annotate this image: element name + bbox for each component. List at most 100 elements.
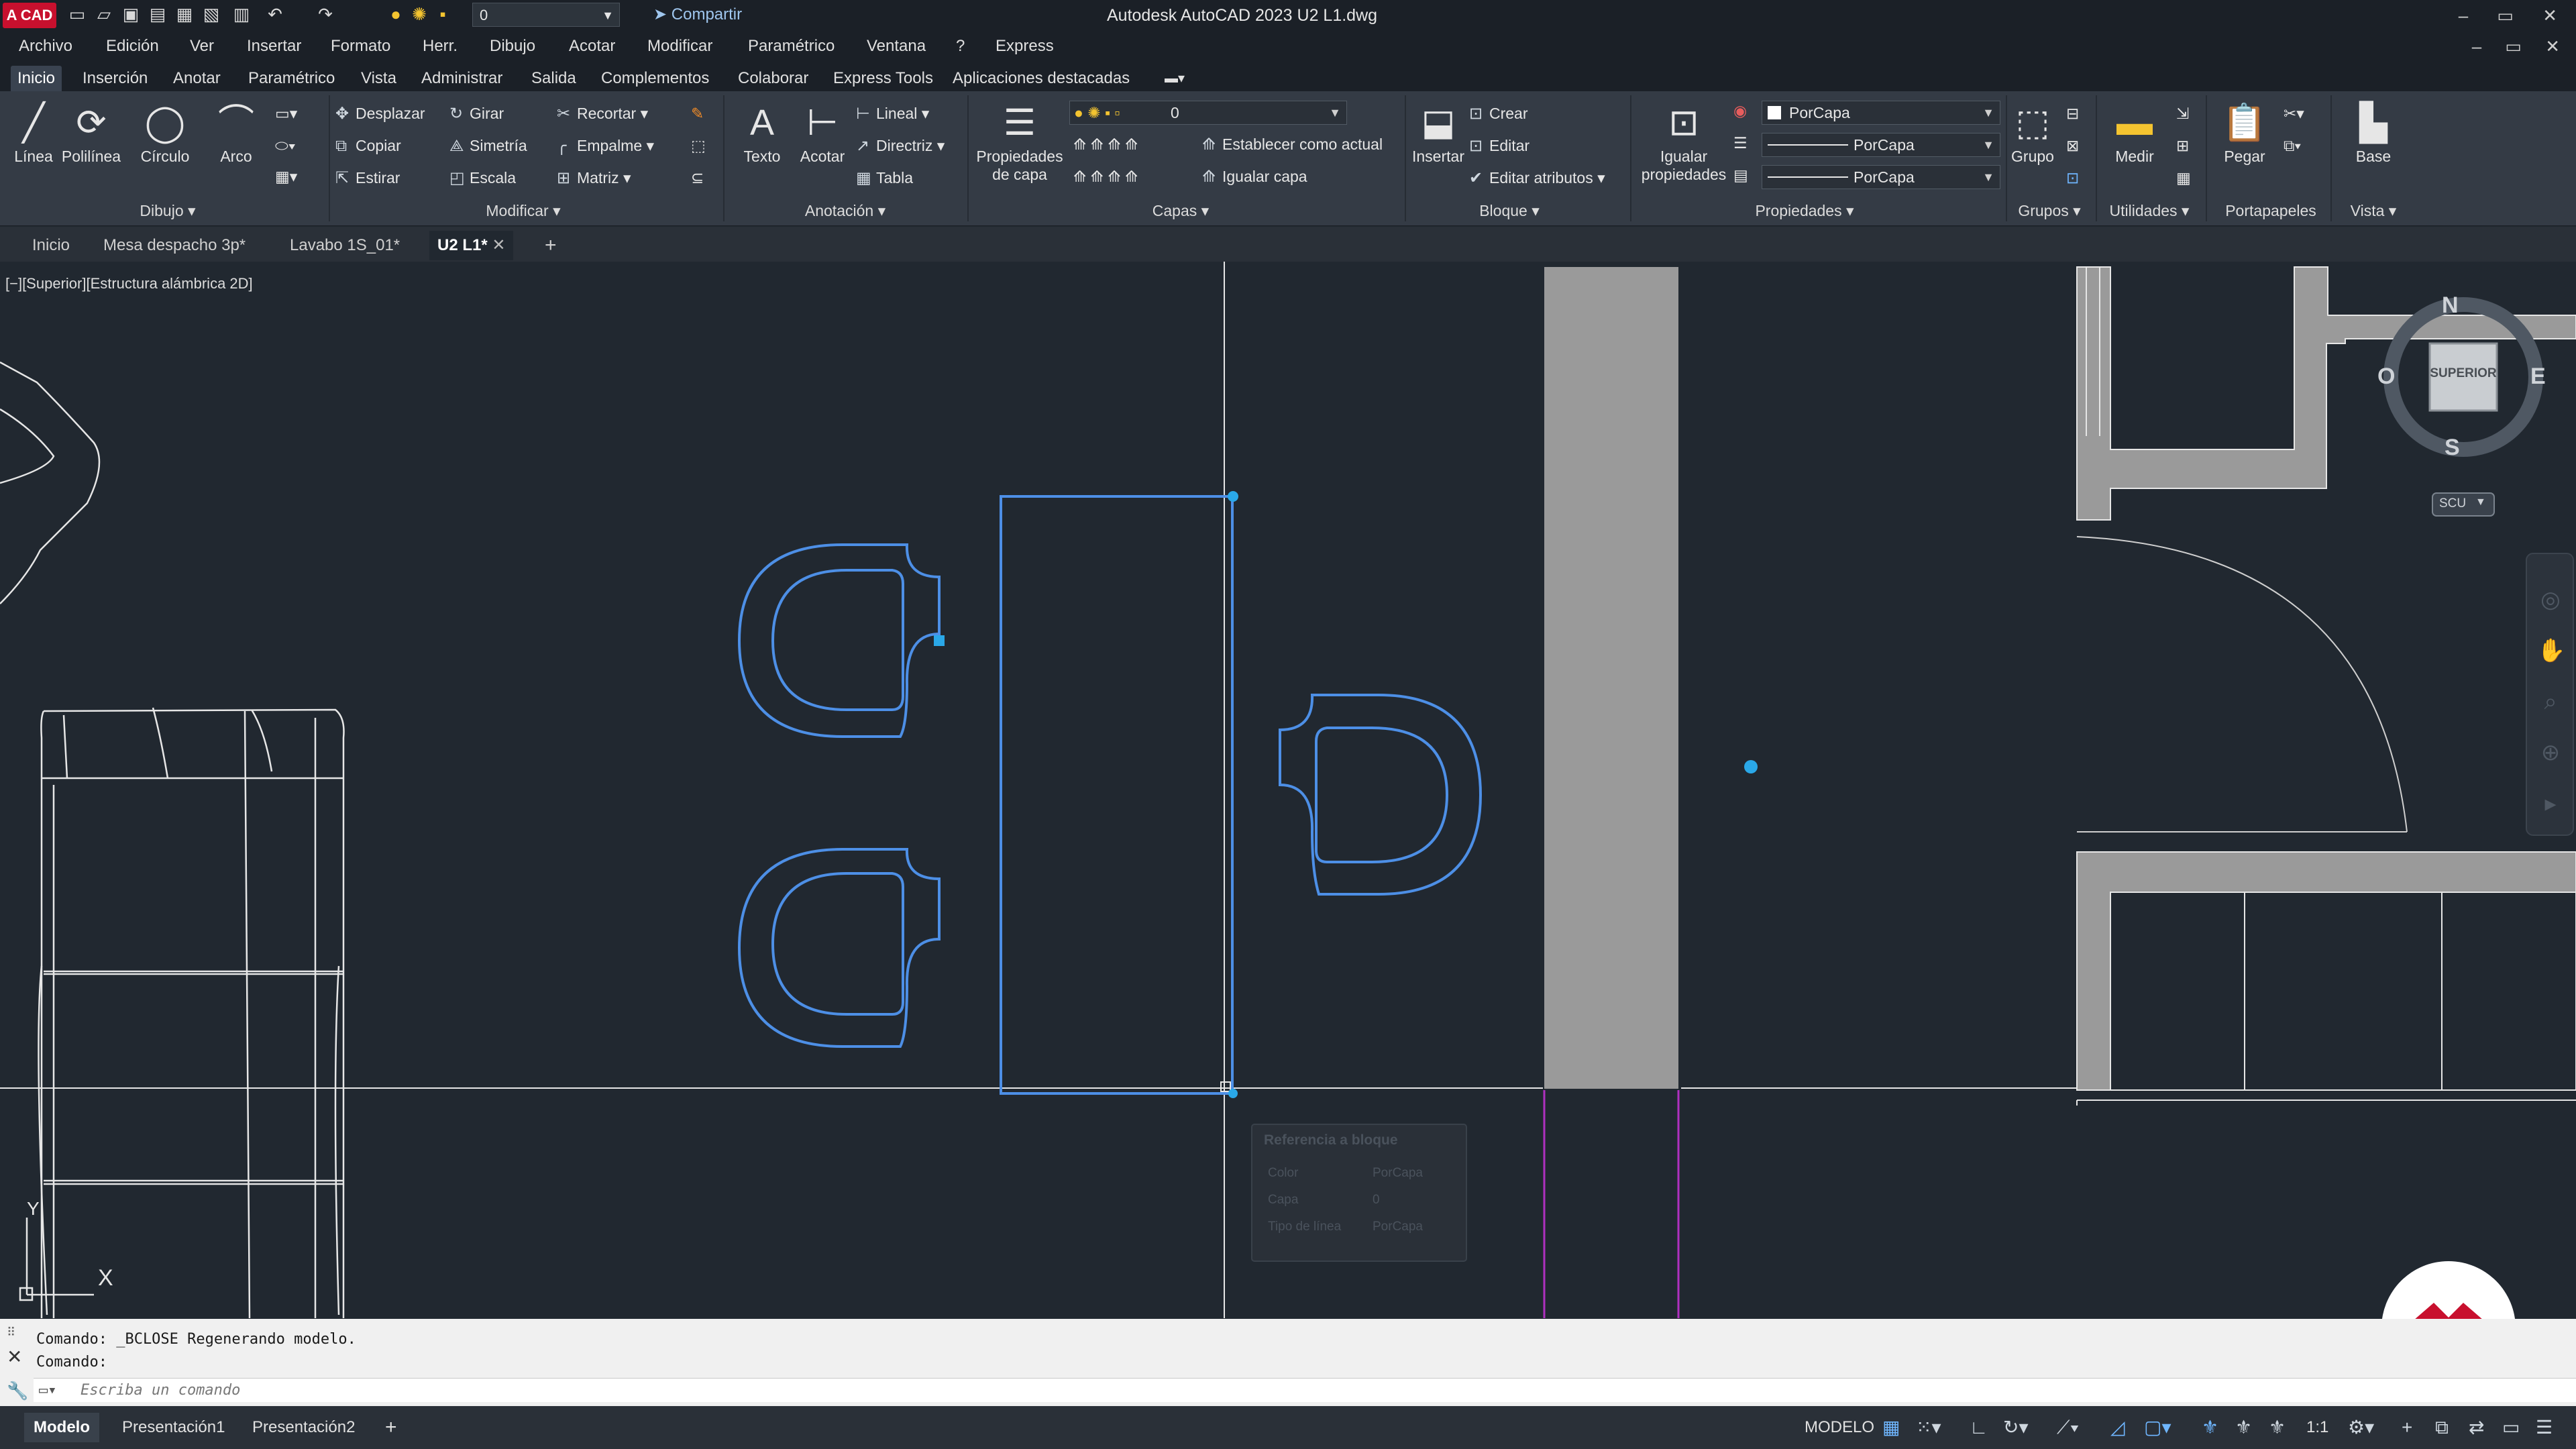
- tab-colaborar[interactable]: Colaborar: [738, 66, 808, 91]
- layer-tools-row2-icon[interactable]: ⟰ ⟰ ⟰ ⟰: [1073, 166, 1138, 186]
- leader-tool[interactable]: ↗ Directriz ▾: [856, 136, 945, 156]
- menu-ventana[interactable]: Ventana: [867, 31, 926, 62]
- menu-ayuda[interactable]: ?: [956, 31, 965, 62]
- ucs-menu-label[interactable]: SCU: [2439, 496, 2466, 511]
- panel-title-dibujo[interactable]: Dibujo ▾: [101, 199, 235, 223]
- group-select-icon[interactable]: ⊡: [2066, 168, 2079, 188]
- match-properties-tool[interactable]: ⊡ Igualar propiedades: [1637, 102, 1731, 184]
- menu-acotar[interactable]: Acotar: [569, 31, 615, 62]
- selected-block[interactable]: [737, 495, 1483, 1095]
- polar-icon[interactable]: ↻▾: [2003, 1415, 2029, 1440]
- quick-select-icon[interactable]: ⇲: [2176, 103, 2189, 123]
- layer-freeze-icon[interactable]: ✺: [409, 4, 429, 24]
- new-tab-icon[interactable]: +: [537, 231, 565, 260]
- menu-herr[interactable]: Herr.: [423, 31, 458, 62]
- group-tool[interactable]: ⬚ Grupo: [1999, 102, 2066, 166]
- explode-icon[interactable]: ⬚: [691, 136, 706, 156]
- open-web-icon[interactable]: ▦: [174, 4, 195, 24]
- cut-icon[interactable]: ✂▾: [2284, 103, 2304, 123]
- line-tool[interactable]: ╱ Línea: [0, 102, 67, 166]
- offset-icon[interactable]: ⊆: [691, 168, 704, 188]
- tab-parametrico[interactable]: Paramétrico: [248, 66, 335, 91]
- edit-attributes-tool[interactable]: ✔ Editar atributos ▾: [1469, 168, 1605, 189]
- file-tab-inicio[interactable]: Inicio: [24, 231, 78, 260]
- file-tab-u2-l1[interactable]: U2 L1* ✕: [429, 231, 514, 260]
- viewcube-face-label[interactable]: SUPERIOR: [2430, 366, 2497, 381]
- annotation-scale-value[interactable]: 1:1: [2297, 1413, 2338, 1442]
- object-snap-tracking-icon[interactable]: ◿: [2110, 1415, 2125, 1440]
- document-window-controls[interactable]: – ▭ ✕: [2472, 31, 2569, 62]
- erase-icon[interactable]: ✎: [691, 103, 704, 123]
- group-edit-icon[interactable]: ⊠: [2066, 136, 2079, 156]
- hatch-icon[interactable]: ▦▾: [275, 166, 297, 186]
- share-button[interactable]: ➤ Compartir: [653, 3, 742, 27]
- new-file-icon[interactable]: ▭: [67, 4, 87, 24]
- tab-administrar[interactable]: Administrar: [421, 66, 502, 91]
- menu-formato[interactable]: Formato: [331, 31, 390, 62]
- save-as-icon[interactable]: ▤: [148, 4, 168, 24]
- rectangle-icon[interactable]: ▭▾: [275, 103, 297, 123]
- viewcube-north[interactable]: N: [2442, 292, 2459, 319]
- model-space-toggle[interactable]: MODELO: [1795, 1413, 1884, 1442]
- menu-parametrico[interactable]: Paramétrico: [748, 31, 835, 62]
- arc-tool[interactable]: ⌒ Arco: [203, 102, 270, 166]
- edit-block-tool[interactable]: ⊡ Editar: [1469, 136, 1529, 156]
- snap-icon[interactable]: ⁙▾: [1916, 1415, 1941, 1440]
- auto-scale-icon[interactable]: ⚜: [2235, 1415, 2252, 1440]
- panel-title-utilidades[interactable]: Utilidades ▾: [2102, 199, 2196, 223]
- clean-screen-icon[interactable]: ▭: [2502, 1415, 2520, 1440]
- panel-title-vista[interactable]: Vista ▾: [2333, 199, 2414, 223]
- panel-title-bloque[interactable]: Bloque ▾: [1442, 199, 1576, 223]
- save-icon[interactable]: ▣: [121, 4, 141, 24]
- drawing-canvas[interactable]: N S E O SUPERIOR SCU ▼ Y X ◎ ✋ ⌕ ⊕ ▸ Referen…: [0, 262, 2576, 1318]
- command-prompt-icon[interactable]: ▭▾: [39, 1379, 57, 1403]
- tab-inicio[interactable]: Inicio: [11, 66, 62, 91]
- calculator-icon[interactable]: ▦: [2176, 168, 2191, 188]
- object-snap-icon[interactable]: ▢▾: [2144, 1415, 2171, 1440]
- copy-tool[interactable]: ⧉ Copiar: [335, 136, 401, 156]
- panel-title-portapapeles[interactable]: Portapapeles: [2214, 199, 2328, 223]
- file-tab-mesa-despacho[interactable]: Mesa despacho 3p*: [95, 231, 254, 260]
- menu-edicion[interactable]: Edición: [106, 31, 159, 62]
- paste-tool[interactable]: 📋 Pegar: [2211, 102, 2278, 166]
- file-tab-lavabo[interactable]: Lavabo 1S_01*: [282, 231, 408, 260]
- scale-tool[interactable]: ◰ Escala: [449, 168, 516, 189]
- viewcube-west[interactable]: O: [2377, 364, 2395, 390]
- annotation-monitor-icon[interactable]: +: [2402, 1415, 2412, 1440]
- panel-title-anotacion[interactable]: Anotación ▾: [771, 199, 919, 223]
- measure-tool[interactable]: ▬ Medir: [2101, 102, 2168, 166]
- menu-archivo[interactable]: Archivo: [19, 31, 72, 62]
- close-command-icon[interactable]: ✕: [7, 1346, 22, 1368]
- customization-icon[interactable]: ☰: [2536, 1415, 2553, 1440]
- add-layout-icon[interactable]: +: [376, 1413, 407, 1442]
- layer-combo[interactable]: ● ✺ ▪ ▫ 0 ▼: [1069, 101, 1347, 125]
- command-input[interactable]: ▭▾ Escriba un comando: [34, 1378, 2576, 1402]
- linetype-combo[interactable]: PorCapa ▼: [1762, 165, 2000, 189]
- tab-presentacion2[interactable]: Presentación2: [243, 1413, 364, 1442]
- grid-icon[interactable]: ▦: [1882, 1415, 1900, 1440]
- isodraft-icon[interactable]: ⟋▾: [2057, 1415, 2079, 1440]
- grip-point[interactable]: [934, 635, 945, 646]
- base-view-tool[interactable]: ▙ Base: [2340, 102, 2407, 166]
- menu-express[interactable]: Express: [996, 31, 1054, 62]
- ungroup-icon[interactable]: ⊟: [2066, 103, 2079, 123]
- chevron-down-icon[interactable]: ▼: [2475, 496, 2486, 508]
- app-logo[interactable]: A CAD: [3, 3, 56, 28]
- close-tab-icon[interactable]: ✕: [492, 236, 505, 254]
- ellipse-icon[interactable]: ⬭▾: [275, 136, 296, 156]
- menu-dibujo[interactable]: Dibujo: [490, 31, 535, 62]
- grip-point[interactable]: [1744, 760, 1758, 773]
- tab-salida[interactable]: Salida: [531, 66, 576, 91]
- array-tool[interactable]: ⊞ Matriz ▾: [557, 168, 631, 189]
- panel-title-propiedades[interactable]: Propiedades ▾: [1737, 199, 1872, 223]
- quick-layer-combo[interactable]: 0 ▼: [472, 3, 620, 27]
- window-controls[interactable]: – ▭ ✕: [2459, 3, 2569, 28]
- tab-aplicaciones-destacadas[interactable]: Aplicaciones destacadas: [953, 66, 1130, 91]
- stretch-tool[interactable]: ⇱ Estirar: [335, 168, 400, 189]
- quick-properties-icon[interactable]: ⇄: [2469, 1415, 2484, 1440]
- panel-title-grupos[interactable]: Grupos ▾: [2006, 199, 2093, 223]
- linear-dim-tool[interactable]: ⊢ Lineal ▾: [856, 103, 929, 124]
- viewcube-east[interactable]: E: [2530, 364, 2546, 390]
- insert-block-tool[interactable]: ⬓ Insertar: [1405, 102, 1472, 166]
- layer-on-icon[interactable]: ●: [386, 4, 406, 24]
